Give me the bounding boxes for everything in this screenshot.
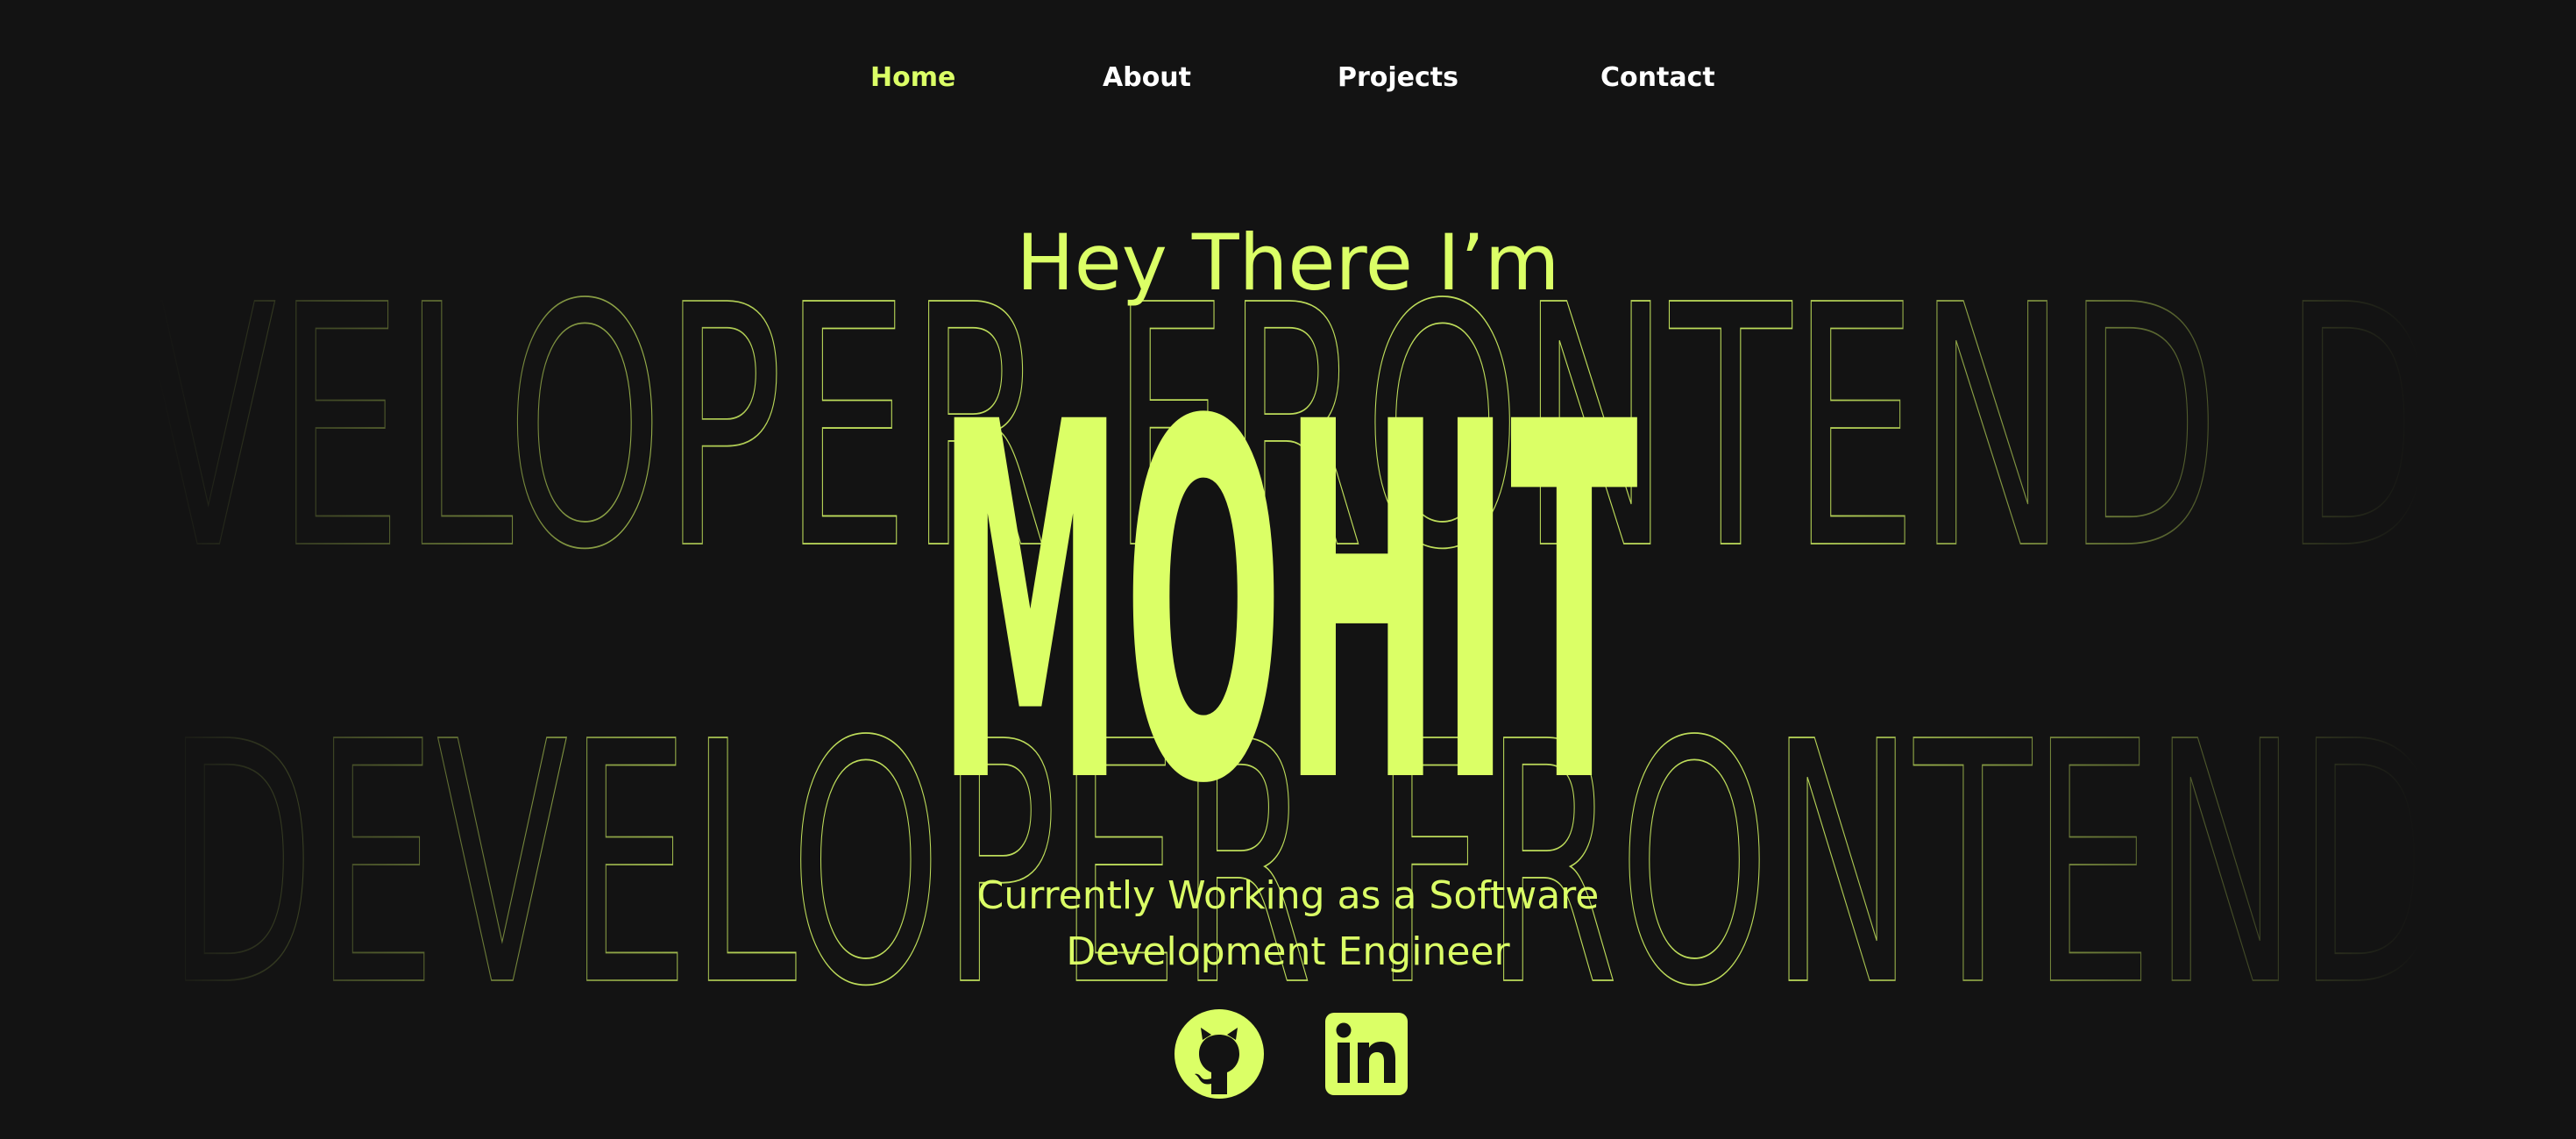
github-link[interactable] [1173, 1008, 1266, 1100]
background-row-2: DEVELOPER FRONTEND [167, 671, 2445, 1059]
linkedin-icon [1325, 1013, 1408, 1095]
hero-subtitle-line-2: Development Engineer [1066, 929, 1510, 974]
hero-subtitle: Currently Working as a Software Developm… [0, 868, 2576, 980]
hero-subtitle-line-1: Currently Working as a Software [976, 873, 1600, 918]
linkedin-link[interactable] [1325, 1008, 1408, 1100]
hero-greeting: Hey There I’m [1016, 217, 1560, 308]
github-icon [1174, 1009, 1264, 1099]
